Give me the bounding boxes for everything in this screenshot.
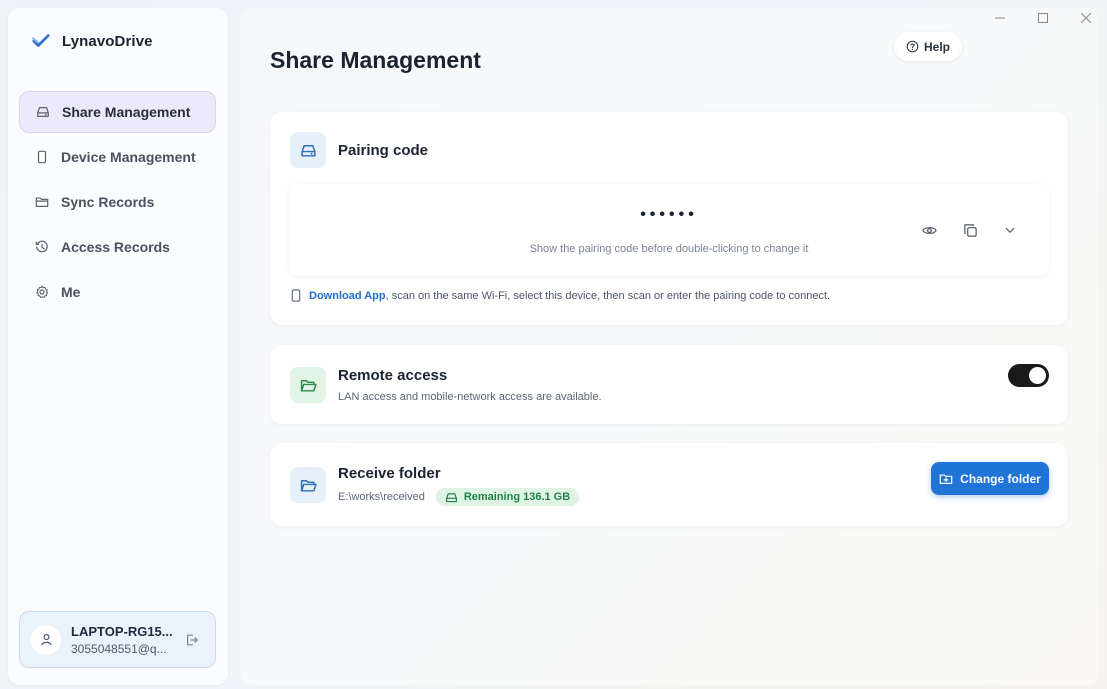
sidebar-item-access-records[interactable]: Access Records (19, 226, 216, 268)
main-panel: Share Management Help Pairing code •••••… (240, 8, 1099, 685)
drive-icon (37, 107, 49, 117)
eye-icon[interactable] (919, 220, 939, 240)
change-folder-button[interactable]: Change folder (931, 462, 1049, 495)
chevron-down-icon[interactable] (1000, 220, 1020, 240)
receive-folder-info: E:\works\received Remaining 136.1 GB (338, 488, 580, 506)
user-name: LAPTOP-RG15... (71, 623, 173, 639)
remote-access-title: Remote access (338, 367, 448, 384)
sidebar-item-share-management[interactable]: Share Management (19, 91, 216, 133)
folder-icon (35, 197, 49, 207)
change-folder-label: Change folder (960, 471, 1041, 486)
phone-icon (37, 150, 47, 164)
check-logo-icon (32, 34, 50, 47)
sidebar-item-label: Sync Records (61, 194, 155, 210)
sidebar-item-label: Share Management (62, 104, 191, 120)
history-icon (35, 240, 48, 253)
sidebar-item-device-management[interactable]: Device Management (19, 136, 216, 178)
drive-icon (290, 132, 326, 168)
remote-access-toggle[interactable] (1008, 364, 1049, 387)
pairing-code-box[interactable]: •••••• Show the pairing code before doub… (289, 184, 1049, 276)
phone-icon (291, 289, 301, 302)
remote-access-subtitle: LAN access and mobile-network access are… (338, 391, 602, 403)
remote-access-card: Remote access LAN access and mobile-netw… (270, 345, 1068, 424)
help-label: Help (923, 39, 950, 54)
gear-icon (36, 285, 49, 299)
remaining-space-text: Remaining 136.1 GB (463, 491, 571, 503)
user-card[interactable]: LAPTOP-RG15... 3055048551@q... (19, 611, 216, 668)
brand-name: LynavoDrive (62, 32, 153, 50)
pairing-code-title: Pairing code (338, 142, 429, 159)
sidebar-item-sync-records[interactable]: Sync Records (19, 181, 216, 223)
user-info: LAPTOP-RG15... 3055048551@q... (71, 624, 181, 656)
remaining-space-badge: Remaining 136.1 GB (435, 488, 580, 506)
receive-folder-path: E:\works\received (338, 491, 425, 503)
receive-folder-title: Receive folder (338, 465, 441, 482)
folder-open-icon (290, 467, 326, 503)
user-email: 3055048551@q... (71, 641, 167, 656)
sidebar-nav: Share Management Device Management Sync … (19, 91, 216, 316)
download-hint-text: Download App, scan on the same Wi-Fi, se… (309, 290, 830, 302)
logout-icon[interactable] (185, 633, 199, 647)
download-app-link[interactable]: Download App (309, 290, 386, 302)
download-hint-rest: , scan on the same Wi-Fi, select this de… (385, 289, 831, 302)
copy-icon[interactable] (960, 220, 980, 240)
receive-folder-card: Receive folder E:\works\received Remaini… (270, 443, 1068, 526)
sidebar-item-label: Access Records (61, 239, 170, 255)
sidebar-item-label: Me (61, 284, 81, 300)
drive-icon (445, 492, 457, 502)
pairing-code-hint: Show the pairing code before double-clic… (529, 243, 809, 255)
page-title: Share Management (270, 47, 481, 73)
brand: LynavoDrive (32, 32, 153, 50)
help-button[interactable]: Help (894, 32, 962, 61)
sidebar: LynavoDrive Share Management Device Mana… (8, 8, 228, 685)
question-circle-icon (906, 40, 919, 53)
pairing-code-card: Pairing code •••••• Show the pairing cod… (270, 112, 1068, 325)
folder-plus-icon (939, 473, 953, 484)
download-hint: Download App, scan on the same Wi-Fi, se… (291, 289, 830, 302)
toggle-knob (1029, 367, 1046, 384)
folder-open-icon (290, 367, 326, 403)
sidebar-item-me[interactable]: Me (19, 271, 216, 313)
sidebar-item-label: Device Management (61, 149, 196, 165)
user-icon (31, 624, 61, 655)
